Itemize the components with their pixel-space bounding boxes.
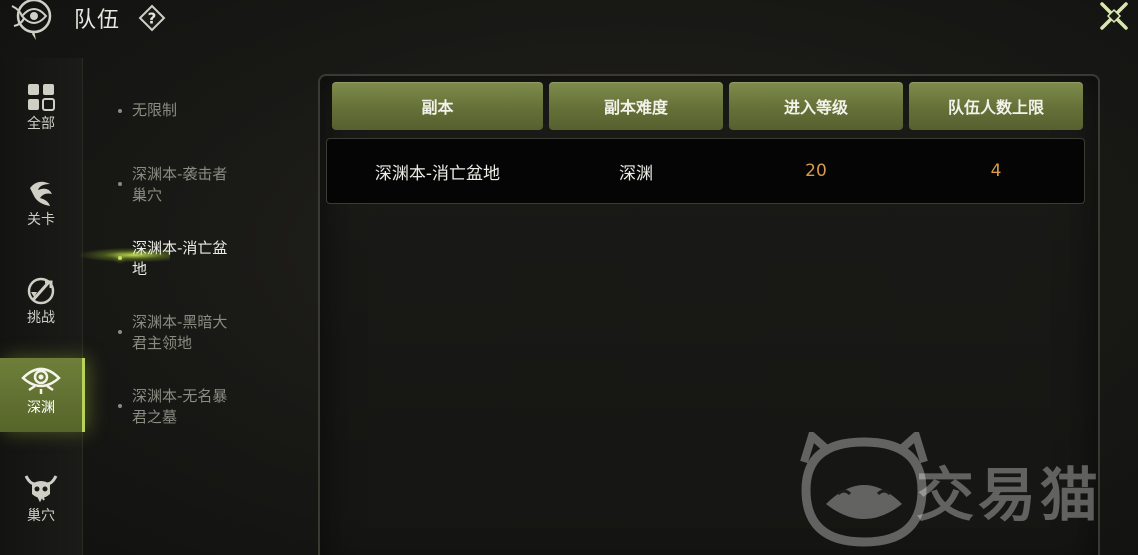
game-logo-icon <box>11 0 52 40</box>
dungeon-item-label-line1: 深渊本-消亡盆 <box>132 239 228 257</box>
category-all-label: 全部 <box>27 116 55 132</box>
team-screen: 队伍 ? 全部 关卡 挑战 深渊 巢穴 无限制 深渊本-袭击者 巢穴 深渊本-消… <box>0 0 1138 555</box>
table-header-entry-level: 进入等级 <box>729 82 903 130</box>
bullet-icon <box>118 330 122 334</box>
swirl-icon <box>30 181 52 206</box>
bullet-icon <box>118 109 122 113</box>
bullet-icon <box>118 182 122 186</box>
table-row[interactable]: 深渊本-消亡盆地 深渊 20 4 <box>326 138 1085 204</box>
dungeon-item-dark-lord-domain[interactable]: 深渊本-黑暗大 君主领地 <box>118 312 270 354</box>
cell-dungeon: 深渊本-消亡盆地 <box>374 163 501 184</box>
dungeon-item-label-line1: 深渊本-黑暗大 <box>132 313 228 331</box>
grid-icon <box>28 84 55 111</box>
category-abyss[interactable]: 深渊 <box>0 358 85 432</box>
table-header-difficulty: 副本难度 <box>549 82 723 130</box>
category-stage-label: 关卡 <box>27 212 55 228</box>
close-icon[interactable] <box>1094 0 1134 36</box>
help-icon[interactable]: ? <box>138 4 166 32</box>
category-abyss-label: 深渊 <box>27 400 55 416</box>
category-challenge[interactable]: 挑战 <box>0 270 82 344</box>
cell-max-players: 4 <box>990 161 1002 181</box>
category-lair-label: 巢穴 <box>27 508 55 524</box>
dungeon-item-perishing-basin[interactable]: 深渊本-消亡盆 地 <box>118 238 270 280</box>
dungeon-item-raider-nest[interactable]: 深渊本-袭击者 巢穴 <box>118 164 270 206</box>
dungeon-item-label-line2: 巢穴 <box>132 186 163 204</box>
dungeon-item-label-line2: 君之墓 <box>132 408 178 426</box>
dungeon-item-unlimited[interactable]: 无限制 <box>118 100 270 121</box>
dungeon-item-label-line2: 地 <box>132 260 148 278</box>
dungeon-item-label-line1: 深渊本-袭击者 <box>132 165 228 183</box>
skull-icon <box>24 475 58 503</box>
dungeon-item-label-line2: 君主领地 <box>132 334 193 352</box>
table-header-dungeon: 副本 <box>332 82 543 130</box>
dungeon-item-label-line1: 深渊本-无名暴 <box>132 387 228 405</box>
category-lair[interactable]: 巢穴 <box>0 466 82 540</box>
eye-icon <box>21 367 61 394</box>
bullet-icon <box>118 404 122 408</box>
cell-entry-level: 20 <box>805 161 827 181</box>
dungeon-item-nameless-tyrant-tomb[interactable]: 深渊本-无名暴 君之墓 <box>118 386 270 428</box>
category-challenge-label: 挑战 <box>27 310 55 326</box>
page-title: 队伍 <box>74 8 121 33</box>
table-header-max-players: 队伍人数上限 <box>909 82 1083 130</box>
help-glyph: ? <box>148 10 157 28</box>
category-sidebar: 全部 关卡 挑战 深渊 巢穴 <box>0 58 85 555</box>
sword-icon <box>27 277 55 305</box>
cell-difficulty: 深渊 <box>619 163 653 184</box>
bullet-icon <box>118 256 122 260</box>
dungeon-item-label: 无限制 <box>132 101 178 119</box>
category-all[interactable]: 全部 <box>0 76 82 150</box>
watermark-text: 交易猫 <box>916 461 1103 529</box>
category-stage[interactable]: 关卡 <box>0 172 82 246</box>
